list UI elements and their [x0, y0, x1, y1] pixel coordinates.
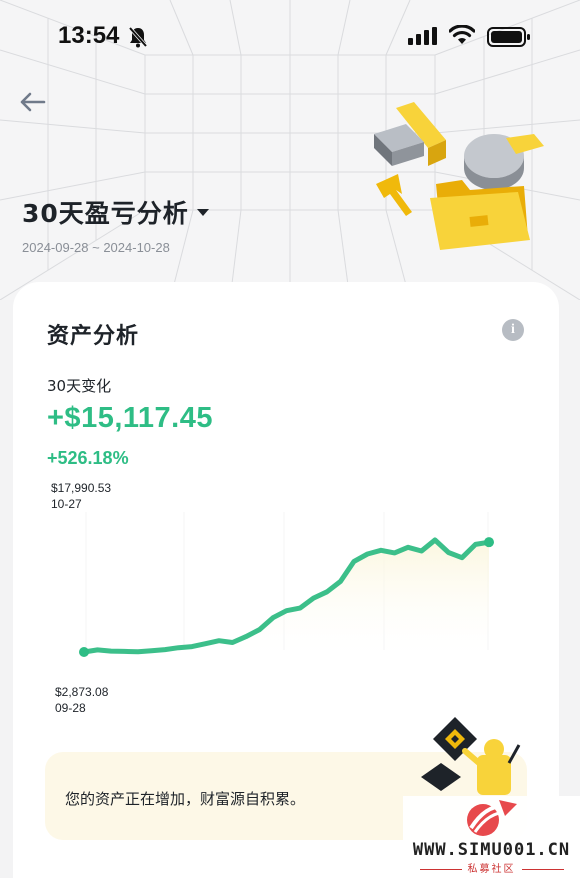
- analytics-illustration: [366, 98, 556, 262]
- chart-min-date: 09-28: [55, 701, 86, 715]
- arrow-left-icon: [20, 92, 46, 112]
- watermark-logo-icon: [467, 800, 517, 836]
- watermark-text: WWW.SIMU001.CN: [412, 840, 571, 860]
- chart-start-point: [79, 647, 89, 658]
- card-title: 资产分析: [47, 324, 140, 349]
- change-percent: +526.18%: [47, 448, 129, 468]
- site-watermark: WWW.SIMU001.CN 私募社区: [403, 796, 580, 878]
- info-icon[interactable]: i: [502, 319, 524, 341]
- change-label: 30天变化: [47, 377, 112, 395]
- asset-analysis-card: 资产分析 i 30天变化 +$15,117.45 +526.18% $17,99…: [13, 282, 559, 878]
- status-time: 13:54: [58, 22, 120, 49]
- chart-end-point: [484, 537, 494, 548]
- caret-down-icon: [196, 209, 209, 216]
- watermark-subtext: 私募社区: [403, 860, 580, 875]
- date-range: 2024-09-28 ~ 2024-10-28: [22, 240, 170, 255]
- status-bar: 13:54: [0, 0, 580, 72]
- chart-min-tooltip: $2,873.08 09-28: [55, 684, 109, 716]
- chart-area-fill: [84, 540, 489, 662]
- back-button[interactable]: [16, 86, 48, 118]
- notice-text: 您的资产正在增加，财富源自积累。: [65, 790, 306, 808]
- cellular-signal-icon: [408, 27, 440, 49]
- chart-max-value: $17,990.53: [51, 481, 112, 495]
- chart-min-value: $2,873.08: [55, 685, 109, 699]
- battery-icon: [487, 27, 531, 51]
- chart-max-date: 10-27: [51, 497, 82, 511]
- bell-muted-icon: [128, 26, 148, 52]
- change-amount: +$15,117.45: [47, 402, 213, 434]
- period-selector[interactable]: 30天盈亏分析: [22, 194, 209, 230]
- page-title: 30天盈亏分析: [22, 199, 189, 228]
- chart-max-tooltip: $17,990.53 10-27: [51, 480, 112, 512]
- wifi-icon: [448, 24, 476, 49]
